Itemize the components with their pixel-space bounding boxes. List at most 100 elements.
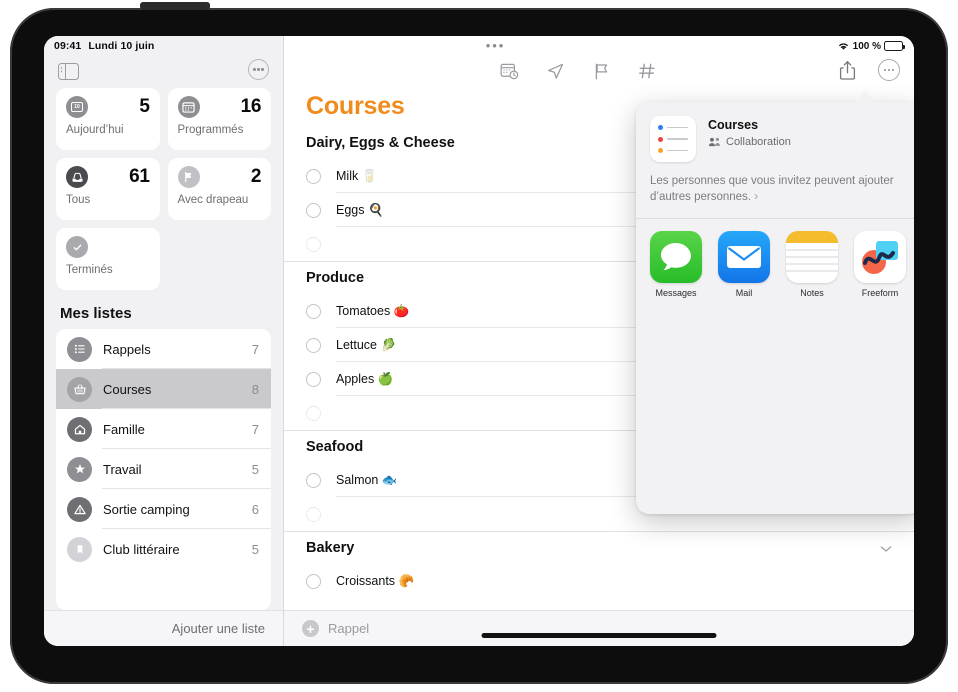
share-subtitle: Collaboration (726, 136, 791, 148)
basket-icon (67, 376, 92, 402)
reminder-title: Tomatoes 🍅 (336, 303, 410, 318)
smart-card-scheduled[interactable]: 16 Programmés (167, 88, 271, 150)
reminder-title: Salmon 🐟 (336, 472, 398, 487)
sidebar-item-count: 6 (251, 501, 259, 517)
flag-icon[interactable] (591, 61, 611, 81)
messages-app-icon (650, 231, 702, 284)
main-more-icon[interactable] (878, 59, 900, 81)
toolbar-right-group (837, 59, 900, 81)
smart-card-label: Avec drapeau (177, 194, 249, 206)
smart-card-label: Tous (66, 194, 91, 206)
people-icon (708, 137, 720, 147)
share-popover-header: Courses Collaboration (636, 102, 914, 174)
reminders-list-icon (650, 116, 696, 162)
add-list-button[interactable]: Ajouter une liste (172, 621, 265, 636)
freeform-app-icon (854, 231, 906, 284)
share-app-label: Mail (735, 288, 753, 299)
reminder-checkbox-placeholder[interactable] (306, 236, 321, 252)
reminder-title: Apples 🍏 (336, 371, 394, 386)
section-title: Dairy, Eggs & Cheese (306, 135, 455, 151)
sidebar-item-label: Club littéraire (103, 541, 180, 557)
calendar-icon (177, 96, 200, 118)
sidebar-item-count: 7 (251, 421, 259, 437)
share-subtitle-row: Collaboration (708, 136, 791, 148)
smart-card-label: Aujourd’hui (66, 124, 124, 136)
my-lists-heading: Mes listes (60, 305, 132, 322)
reminder-checkbox[interactable] (306, 337, 321, 353)
reminder-checkbox[interactable] (306, 303, 321, 319)
reminder-checkbox[interactable] (306, 573, 321, 589)
share-popover[interactable]: Courses Collaboration Les personnes que … (636, 102, 914, 514)
section-title: Seafood (306, 439, 364, 455)
main-footer: + Rappel (284, 610, 914, 646)
smart-card-count: 2 (250, 166, 262, 187)
device-frame: 09:41 Lundi 10 juin ••• 100 % 10 5 Aujou… (10, 2, 948, 684)
tent-icon (67, 496, 92, 522)
location-arrow-icon[interactable] (545, 61, 565, 81)
share-app-messages[interactable]: Messages (650, 231, 702, 298)
reminder-checkbox-placeholder[interactable] (306, 506, 321, 522)
section-header[interactable]: Bakery (284, 532, 914, 564)
share-app-notes[interactable]: Notes (786, 231, 838, 298)
chevron-right-icon: › (754, 190, 759, 203)
sidebar-item-label: Courses (103, 381, 152, 397)
reminder-title: Eggs 🍳 (336, 202, 384, 217)
smart-card-count: 5 (139, 96, 150, 117)
reminder-checkbox[interactable] (306, 202, 321, 218)
inbox-tray-icon (66, 166, 88, 188)
plus-circle-icon[interactable]: + (302, 620, 319, 637)
sidebar-item-famille[interactable]: Famille 7 (56, 409, 271, 449)
reminder-checkbox[interactable] (306, 371, 321, 387)
sidebar-toggle-icon[interactable] (58, 62, 79, 81)
smart-card-count: 61 (129, 166, 150, 187)
sidebar-item-label: Famille (103, 421, 145, 437)
smart-card-label: Programmés (177, 124, 244, 136)
star-icon (67, 456, 92, 482)
section-title: Bakery (306, 540, 355, 556)
calendar-day-icon: 10 (66, 96, 88, 118)
sidebar-more-icon[interactable] (248, 59, 269, 80)
sidebar-item-label: Rappels (103, 341, 151, 357)
share-apps-row[interactable]: Messages Mail Notes Freeform (636, 219, 914, 308)
share-app-mail[interactable]: Mail (718, 231, 770, 298)
share-app-freeform[interactable]: Freeform (854, 231, 906, 298)
smart-card-all[interactable]: 61 Tous (56, 158, 160, 220)
sidebar-item-count: 7 (251, 341, 259, 357)
calendar-clock-icon[interactable] (499, 61, 519, 81)
mail-app-icon (718, 231, 770, 284)
hashtag-icon[interactable] (637, 61, 657, 81)
smart-card-flagged[interactable]: 2 Avec drapeau (167, 158, 271, 220)
sidebar-item-label: Sortie camping (103, 501, 190, 517)
sidebar-item-label: Travail (103, 461, 142, 477)
share-icon[interactable] (837, 60, 857, 80)
add-reminder-button[interactable]: Rappel (328, 621, 369, 636)
reminder-row[interactable]: Croissants 🥐 (284, 564, 914, 598)
reminder-checkbox[interactable] (306, 472, 321, 488)
main-toolbar (284, 36, 914, 88)
sidebar-toolbar (44, 36, 283, 88)
smart-card-today[interactable]: 10 5 Aujourd’hui (56, 88, 160, 150)
share-title: Courses (708, 118, 759, 132)
chevron-down-icon[interactable] (880, 541, 892, 556)
smart-card-label: Terminés (66, 264, 113, 276)
reminder-title: Lettuce 🥬 (336, 337, 397, 352)
smart-card-completed[interactable]: Terminés (56, 228, 160, 290)
sidebar: 10 5 Aujourd’hui 16 Programmés 61 Tous 2… (44, 36, 284, 646)
smart-lists-grid: 10 5 Aujourd’hui 16 Programmés 61 Tous 2… (44, 88, 283, 290)
sidebar-item-travail[interactable]: Travail 5 (56, 449, 271, 489)
reminder-checkbox[interactable] (306, 168, 321, 184)
lists-card: Rappels 7 Courses 8 Famille 7 Travail 5 … (56, 329, 271, 610)
home-indicator (481, 633, 717, 638)
sidebar-item-count: 5 (251, 541, 259, 557)
sidebar-item-courses[interactable]: Courses 8 (56, 369, 271, 409)
screen: 09:41 Lundi 10 juin ••• 100 % 10 5 Aujou… (44, 36, 914, 646)
sidebar-item-rappels[interactable]: Rappels 7 (56, 329, 271, 369)
toolbar-icon-group (499, 61, 657, 81)
reminder-checkbox-placeholder[interactable] (306, 405, 321, 421)
share-permission-text: Les personnes que vous invitez peuvent a… (650, 175, 894, 203)
sidebar-item-sortie-camping[interactable]: Sortie camping 6 (56, 489, 271, 529)
checkmark-circle-icon (66, 236, 88, 258)
share-permission-note[interactable]: Les personnes que vous invitez peuvent a… (636, 174, 914, 220)
device-button (140, 2, 210, 10)
sidebar-item-club-litteraire[interactable]: Club littéraire 5 (56, 529, 271, 569)
